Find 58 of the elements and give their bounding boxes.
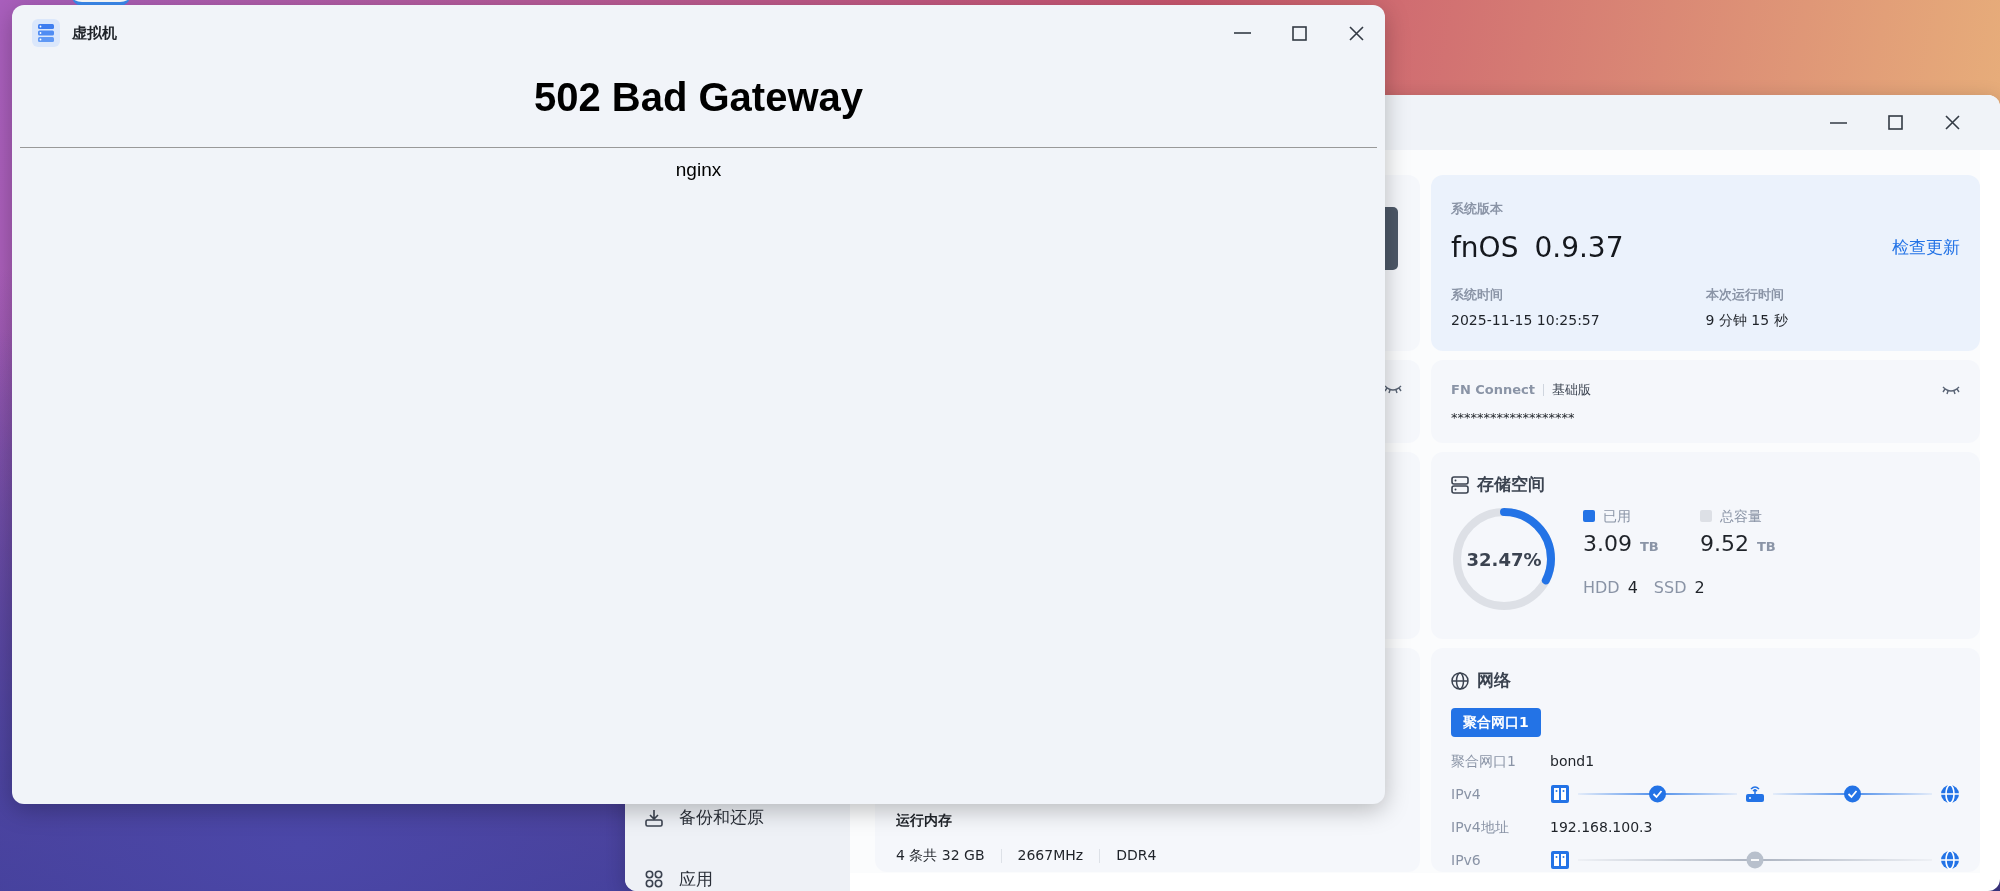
legend-swatch	[1583, 510, 1595, 522]
close-icon	[1349, 25, 1364, 41]
row-value: bond1	[1550, 751, 1595, 771]
card-title: 存储空间	[1477, 473, 1545, 496]
sidebar-item[interactable]: 备份和还原	[679, 805, 764, 831]
disk-count: 4	[1627, 576, 1638, 599]
apps-icon	[645, 870, 663, 889]
nas-icon	[1550, 784, 1570, 804]
disk-type: SSD	[1653, 576, 1687, 599]
row-label: IPv4地址	[1451, 817, 1510, 837]
unit-label: TB	[1640, 537, 1659, 556]
version: 0.9.37	[1534, 229, 1624, 266]
maximize-icon	[1292, 25, 1307, 41]
globe-icon	[1940, 784, 1960, 804]
value: 3.09	[1583, 529, 1632, 558]
disk-type: HDD	[1583, 576, 1620, 599]
eye-closed-icon[interactable]	[1942, 384, 1960, 395]
row-label: 聚合网口1	[1451, 751, 1517, 771]
close-icon	[1945, 115, 1960, 130]
card-title: 运行内存	[896, 811, 953, 830]
label: 系统时间	[1451, 285, 1504, 304]
page-heading: 502 Bad Gateway	[533, 74, 864, 121]
label: FN Connect	[1451, 381, 1535, 399]
row-label: IPv6	[1451, 850, 1482, 870]
value: 9 分钟 15 秒	[1705, 311, 1789, 330]
disk-count: 2	[1694, 576, 1705, 599]
spec-value: 2667MHz	[1017, 846, 1084, 865]
minimize-icon	[1234, 32, 1251, 34]
storage-icon	[1451, 475, 1469, 494]
window-title: 虚拟机	[72, 22, 117, 44]
legend-label: 总容量	[1720, 506, 1762, 526]
value: 2025-11-15 10:25:57	[1451, 311, 1601, 330]
spec-value: 4 条共 32 GB	[896, 846, 985, 865]
server-name: nginx	[675, 158, 722, 182]
sidebar-item[interactable]: 应用	[679, 866, 713, 891]
label: 本次运行时间	[1705, 285, 1785, 304]
update-link[interactable]: 检查更新	[1892, 234, 1960, 261]
label: 系统版本	[1451, 200, 1504, 218]
eye-closed-icon[interactable]	[1384, 384, 1402, 394]
percent-label: 32.47%	[1466, 547, 1542, 571]
row-value: 192.168.100.3	[1550, 817, 1653, 837]
card-title: 网络	[1477, 669, 1511, 692]
value: 9.52	[1700, 529, 1749, 558]
legend-swatch	[1700, 510, 1712, 522]
edition-label: 基础版	[1552, 381, 1591, 399]
unit-label: TB	[1757, 537, 1776, 556]
network-tab[interactable]: 聚合网口1	[1451, 707, 1541, 737]
download-icon	[645, 808, 663, 827]
globe-icon	[1451, 671, 1469, 690]
router-icon	[1745, 784, 1765, 804]
legend-label: 已用	[1603, 506, 1631, 526]
spec-value: DDR4	[1116, 846, 1157, 865]
maximize-icon	[1888, 115, 1903, 130]
minimize-icon	[1830, 121, 1847, 124]
masked-id: *******************	[1451, 408, 1576, 427]
server-app-icon	[32, 19, 60, 47]
os-name: fnOS	[1451, 229, 1519, 266]
row-label: IPv4	[1451, 784, 1482, 804]
